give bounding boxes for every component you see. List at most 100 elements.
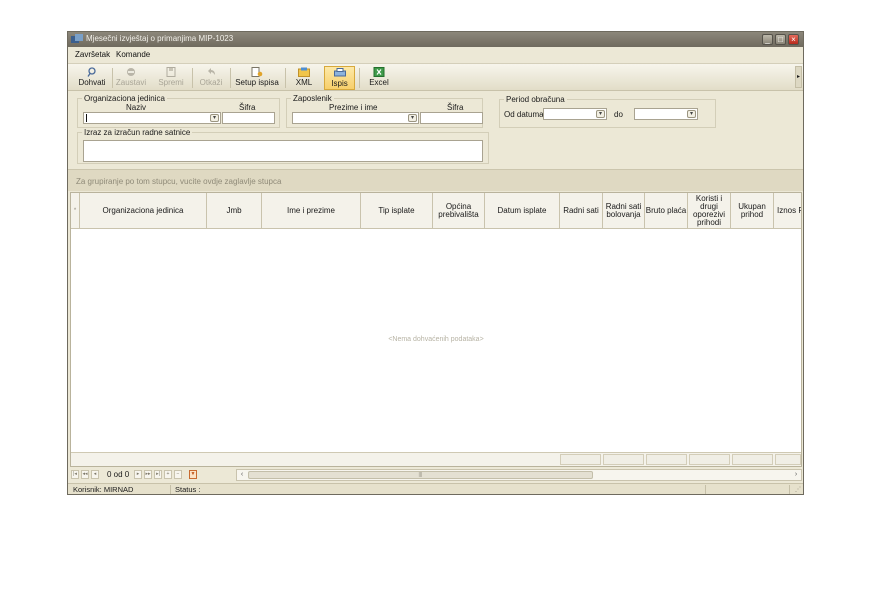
toolbar-separator [359,68,360,88]
org-unit-name-label: Naziv [126,103,147,112]
org-unit-group-title: Organizaciona jedinica [82,94,167,103]
period-to-label: do [614,110,623,119]
status-extra [707,485,790,494]
previous-page-icon[interactable]: ◂◂ [81,470,89,479]
chevron-down-icon[interactable]: ▾ [408,114,417,122]
magnifier-icon [87,67,96,77]
column-header[interactable]: Općina prebivališta [433,193,485,229]
group-by-panel[interactable]: Za grupiranje po tom stupcu, vucite ovdj… [68,169,803,191]
org-unit-name-combo[interactable]: ▾ [83,112,221,124]
window-title: Mjesečni izvještaj o primanjima MIP-1023 [86,34,234,43]
text-caret [86,114,87,122]
chevron-down-icon[interactable]: ▾ [210,114,219,122]
status-text: Status : [172,485,706,494]
excel-icon [373,67,385,77]
data-grid[interactable]: * Organizaciona jedinica Jmb Ime i prezi… [70,192,802,467]
period-to-combo[interactable]: ▾ [634,108,698,120]
spremi-button[interactable]: Spremi [155,66,187,90]
menu-bar: Završetak Komande [68,48,803,62]
column-header[interactable]: Iznos P [774,193,801,229]
org-unit-code-label: Šifra [239,103,256,112]
toolbar-separator [285,68,286,88]
summary-cell [646,454,687,465]
scrollbar-thumb[interactable]: ||| [248,471,593,479]
status-user: Korisnik: MIRNAD [70,485,171,494]
page-setup-icon [251,67,263,77]
xml-button[interactable]: XML [288,66,320,90]
scroll-right-icon[interactable]: › [791,470,801,480]
setup-ispisa-button[interactable]: Setup ispisa [233,66,281,90]
record-counter: 0 od 0 [107,470,130,479]
menu-zavrsetak[interactable]: Završetak [75,50,110,59]
period-from-label: Od datuma [504,110,544,119]
period-from-combo[interactable]: ▾ [543,108,607,120]
insert-record-icon[interactable]: + [164,470,172,479]
xml-icon [298,67,310,77]
grid-footer-summary [71,452,801,466]
printer-icon [333,68,346,77]
next-record-icon[interactable]: ▸ [134,470,142,479]
column-header[interactable]: Koristi i drugi oporezivi prihodi [688,193,731,229]
excel-button[interactable]: Excel [362,66,396,90]
summary-cell [560,454,601,465]
employee-code-label: Šifra [447,103,464,112]
employee-name-label: Prezime i ime [329,103,378,112]
main-window: Mjesečni izvještaj o primanjima MIP-1023… [67,31,804,495]
filter-icon[interactable]: ▼ [189,470,197,479]
title-bar: Mjesečni izvještaj o primanjima MIP-1023… [68,32,803,47]
grid-header: * Organizaciona jedinica Jmb Ime i prezi… [71,193,801,229]
summary-cell [689,454,730,465]
zaustavi-button[interactable]: Zaustavi [115,66,147,90]
previous-record-icon[interactable]: ◂ [91,470,99,479]
formula-group-title: Izraz za izračun radne satnice [82,128,193,137]
summary-cell [732,454,773,465]
minimize-button[interactable]: _ [762,34,773,45]
close-button[interactable]: × [788,34,799,45]
menu-komande[interactable]: Komande [116,50,150,59]
stop-icon [127,68,135,76]
scroll-left-icon[interactable]: ‹ [237,470,247,480]
summary-cell [775,454,801,465]
chevron-down-icon[interactable]: ▾ [596,110,605,118]
column-header[interactable]: Organizaciona jedinica [80,193,207,229]
app-icon [71,34,83,43]
chevron-down-icon[interactable]: ▾ [687,110,696,118]
resize-grip-icon[interactable]: ⋰ [795,486,801,493]
org-unit-code-field[interactable] [222,112,275,124]
last-page-icon[interactable]: ▸| [154,470,162,479]
horizontal-scrollbar[interactable]: ‹ ||| › [236,469,802,481]
formula-input[interactable] [83,140,483,162]
delete-record-icon[interactable]: − [174,470,182,479]
filter-panel: Organizaciona jedinica Naziv Šifra ▾ Zap… [68,92,803,168]
row-indicator-header[interactable]: * [71,193,80,229]
column-header[interactable]: Ukupan prihod [731,193,774,229]
otkazi-button[interactable]: Otkaži [195,66,227,90]
empty-grid-message: <Nema dohvaćenih podataka> [388,336,484,343]
toolbar: Dohvati Zaustavi Spremi Otkaži Setup isp… [68,63,803,91]
first-page-icon[interactable]: |◂ [71,470,79,479]
column-header[interactable]: Jmb [207,193,262,229]
summary-cell [603,454,644,465]
employee-code-field[interactable] [420,112,483,124]
column-header[interactable]: Ime i prezime [262,193,361,229]
undo-icon [208,68,215,75]
save-icon [166,67,176,77]
employee-group-title: Zaposlenik [291,94,334,103]
maximize-button[interactable]: □ [775,34,786,45]
toolbar-overflow-button[interactable]: ▸ [795,66,802,88]
grid-navigator: |◂ ◂◂ ◂ 0 od 0 ▸ ▸▸ ▸| + − ▼ ‹ ||| › [70,468,802,482]
toolbar-separator [112,68,113,88]
column-header[interactable]: Bruto plaća [645,193,688,229]
employee-name-combo[interactable]: ▾ [292,112,419,124]
toolbar-separator [192,68,193,88]
next-page-icon[interactable]: ▸▸ [144,470,152,479]
column-header[interactable]: Radni sati bolovanja [603,193,645,229]
column-header[interactable]: Radni sati [560,193,603,229]
period-group-title: Period obračuna [504,95,567,104]
ispis-button[interactable]: Ispis [324,66,355,90]
column-header[interactable]: Tip isplate [361,193,433,229]
dohvati-button[interactable]: Dohvati [76,66,108,90]
column-header[interactable]: Datum isplate [485,193,560,229]
status-bar: Korisnik: MIRNAD Status : ⋰ [68,483,803,494]
toolbar-separator [230,68,231,88]
